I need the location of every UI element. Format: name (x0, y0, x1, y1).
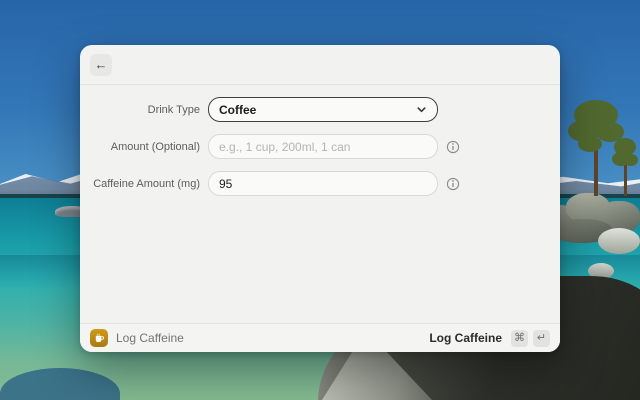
wallpaper-pine-tree-small (612, 138, 638, 196)
command-key-icon: ⌘ (511, 330, 528, 347)
amount-label: Amount (Optional) (80, 141, 200, 153)
footer-app-info: Log Caffeine (90, 329, 184, 347)
info-icon[interactable] (446, 177, 460, 191)
caffeine-amount-input[interactable] (219, 172, 427, 195)
wallpaper-white-boulder (598, 228, 640, 254)
amount-row: Amount (Optional) (80, 134, 560, 159)
info-icon[interactable] (446, 140, 460, 154)
caffeine-amount-label: Caffeine Amount (mg) (80, 178, 200, 190)
drink-type-value: Coffee (219, 103, 256, 117)
dialog-form: Drink Type Coffee Amount (Optional) (80, 85, 560, 196)
drink-type-row: Drink Type Coffee (80, 97, 560, 122)
amount-field-wrap (208, 134, 438, 159)
desktop: ← Drink Type Coffee Amount (Optional) (0, 0, 640, 400)
back-button[interactable]: ← (90, 54, 112, 76)
dialog-footer: Log Caffeine Log Caffeine ⌘ ↵ (80, 323, 560, 352)
coffee-cup-icon (90, 329, 108, 347)
drink-type-label: Drink Type (80, 104, 200, 116)
caffeine-amount-row: Caffeine Amount (mg) (80, 171, 560, 196)
return-key-icon: ↵ (533, 330, 550, 347)
log-caffeine-dialog: ← Drink Type Coffee Amount (Optional) (80, 45, 560, 352)
caffeine-field-wrap (208, 171, 438, 196)
amount-input[interactable] (219, 135, 427, 158)
drink-type-select[interactable]: Coffee (208, 97, 438, 122)
chevron-down-icon (416, 104, 427, 115)
footer-actions: Log Caffeine ⌘ ↵ (429, 330, 550, 347)
log-caffeine-action[interactable]: Log Caffeine (429, 331, 502, 345)
dialog-header: ← (80, 45, 560, 85)
footer-app-name: Log Caffeine (116, 331, 184, 345)
